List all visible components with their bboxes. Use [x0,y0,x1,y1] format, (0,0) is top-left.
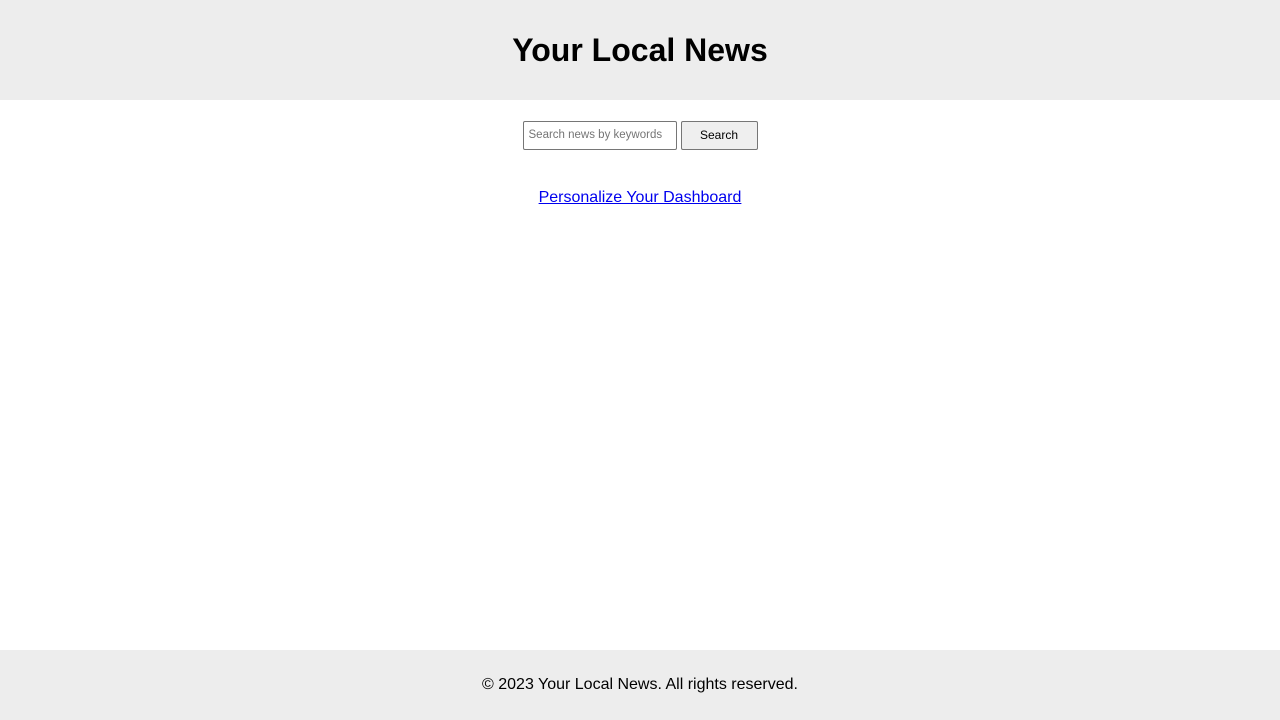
site-footer: © 2023 Your Local News. All rights reser… [0,650,1280,720]
copyright-text: © 2023 Your Local News. All rights reser… [482,676,798,693]
search-form: Search [0,120,1280,150]
personalize-dashboard-link[interactable]: Personalize Your Dashboard [539,189,742,206]
search-button[interactable]: Search [680,120,758,150]
site-title: Your Local News [512,31,768,68]
site-header: Your Local News [0,0,1280,100]
dashboard-link-container: Personalize Your Dashboard [0,188,1280,208]
search-input[interactable] [522,120,677,150]
